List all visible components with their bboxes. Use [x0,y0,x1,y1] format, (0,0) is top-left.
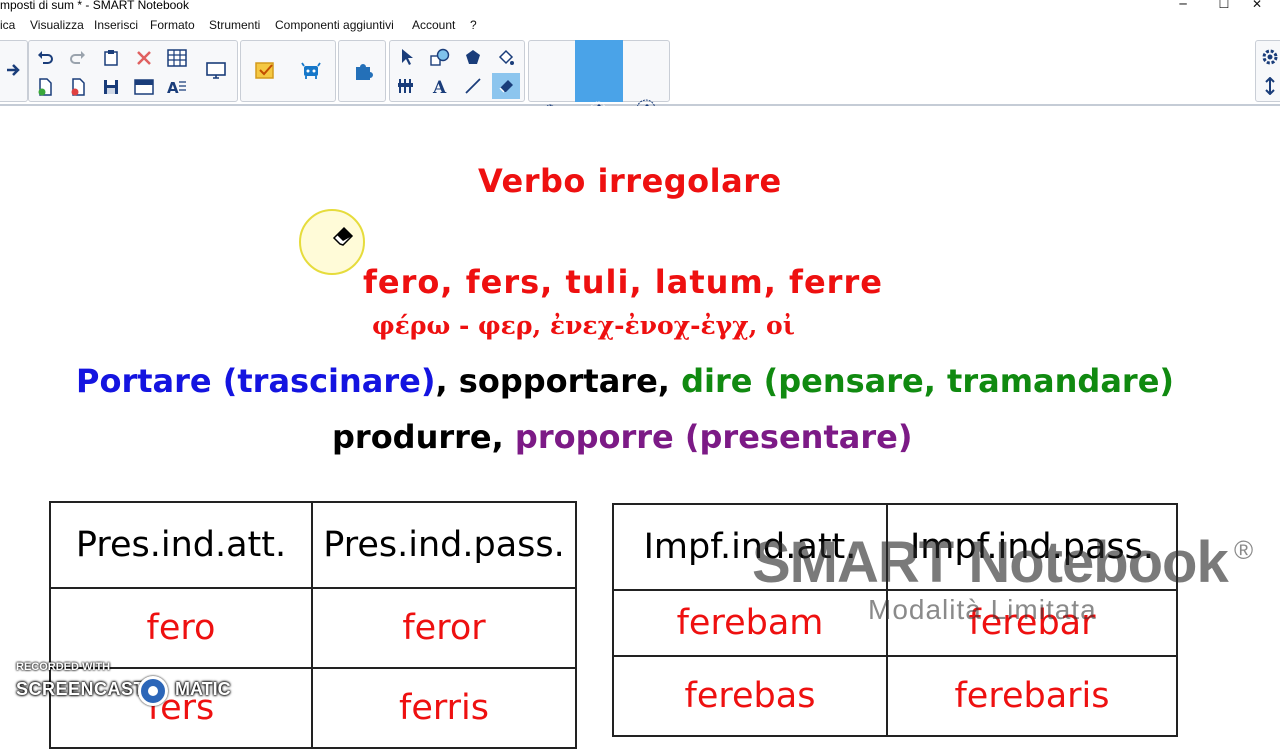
table-cell: ferebas [612,655,888,737]
polygon-icon[interactable] [459,44,487,70]
smart-notebook-watermark: SMART Notebook [752,530,1229,595]
meaning-sopportare: sopportare [458,362,658,400]
table-row: ferebas ferebaris [612,655,1178,737]
menu-visualizza[interactable]: Visualizza [30,18,84,32]
undo-icon[interactable] [31,45,59,71]
toolbar-group-nav [0,40,28,102]
screen-shade-icon[interactable] [130,74,158,100]
save-icon[interactable] [97,74,125,100]
table-header: Pres.ind.pass. [311,501,577,589]
toolbar-group-tools: A [389,40,525,102]
table-cell: fero [49,587,313,669]
next-page-icon[interactable] [0,57,27,83]
svg-text:A: A [167,79,179,96]
table-header-row: Pres.ind.att. Pres.ind.pass. [49,501,577,589]
eraser-medium-highlight [575,40,623,102]
menu-help[interactable]: ? [470,18,477,32]
recorder-watermark-caption: RECORDED WITH [16,661,111,673]
fill-icon[interactable] [492,44,520,70]
registered-mark: ® [1234,535,1254,565]
page-heading: Verbo irregolare [478,162,782,200]
table-cell: feror [311,587,577,669]
delete-icon[interactable] [130,45,158,71]
meaning-produrre: produrre [332,418,492,456]
table-header: Pres.ind.att. [49,501,313,589]
toolbar-move-icon[interactable] [1256,73,1280,99]
measure-icon[interactable] [393,73,421,99]
latin-principal-parts: fero, fers, tuli, latum, ferre [363,263,883,301]
select-icon[interactable] [393,44,421,70]
toolbar: A A [0,38,1280,119]
table-icon[interactable] [163,45,191,71]
limited-mode-watermark: Modalità Limitata [868,594,1097,625]
meaning-dire: dire (pensare, tramandare) [681,362,1175,400]
table-cell: ferebaris [886,655,1178,737]
svg-text:A: A [432,78,447,95]
recorder-logo-icon [138,676,168,706]
response-icon[interactable] [297,58,325,84]
menu-bar: ica Visualizza Inserisci Formato Strumen… [0,16,1280,36]
settings-icon[interactable] [1256,44,1280,70]
toolbar-group-addons [338,40,386,102]
line-icon[interactable] [459,73,487,99]
recorder-watermark-right: MATIC [175,679,231,699]
addons-icon[interactable] [349,58,377,84]
display-icon[interactable] [202,58,230,84]
toolbar-group-edit: A [28,40,238,102]
meanings-line-2: produrre, proporre (presentare) [332,418,912,456]
meaning-portare: Portare (trascinare) [76,362,436,400]
window-title: mposti di sum * - SMART Notebook [0,0,189,12]
remove-page-icon[interactable] [64,74,92,100]
menu-file[interactable]: ica [0,18,15,32]
eraser-cursor-icon [331,224,355,252]
spell-check-icon[interactable]: A [163,74,191,100]
menu-componenti-aggiuntivi[interactable]: Componenti aggiuntivi [275,18,394,32]
table-cell: ferebam [612,589,888,657]
title-bar: mposti di sum * - SMART Notebook ─ ☐ ✕ [0,0,1280,14]
table-row: fero feror [49,587,577,669]
menu-account[interactable]: Account [412,18,455,32]
separator: , [491,418,515,456]
minimize-button[interactable]: ─ [1160,0,1206,13]
toolbar-group-activities [240,40,336,102]
meanings-line-1: Portare (trascinare), sopportare, dire (… [76,362,1174,400]
separator: , [435,362,459,400]
eraser-icon[interactable] [492,73,520,99]
separator: , [657,362,682,400]
text-icon[interactable]: A [426,73,454,99]
menu-strumenti[interactable]: Strumenti [209,18,260,32]
greek-roots: φέρω - φερ, ἐνεχ-ἐνοχ-ἐγχ, οἰ [372,311,795,340]
menu-inserisci[interactable]: Inserisci [94,18,138,32]
menu-formato[interactable]: Formato [150,18,195,32]
close-button[interactable]: ✕ [1234,0,1280,13]
notebook-page[interactable]: Verbo irregolare fero, fers, tuli, latum… [0,106,1280,749]
lesson-activity-icon[interactable] [251,58,279,84]
redo-icon[interactable] [64,45,92,71]
table-cell: ferris [311,667,577,749]
recorder-watermark-left: SCREENCAST [16,679,146,699]
add-page-icon[interactable] [31,74,59,100]
toolbar-group-right [1255,40,1280,102]
meaning-proporre: proporre (presentare) [514,418,913,456]
shapes-icon[interactable] [426,44,454,70]
present-indicative-table: Pres.ind.att. Pres.ind.pass. fero feror … [49,501,577,749]
paste-icon[interactable] [97,45,125,71]
